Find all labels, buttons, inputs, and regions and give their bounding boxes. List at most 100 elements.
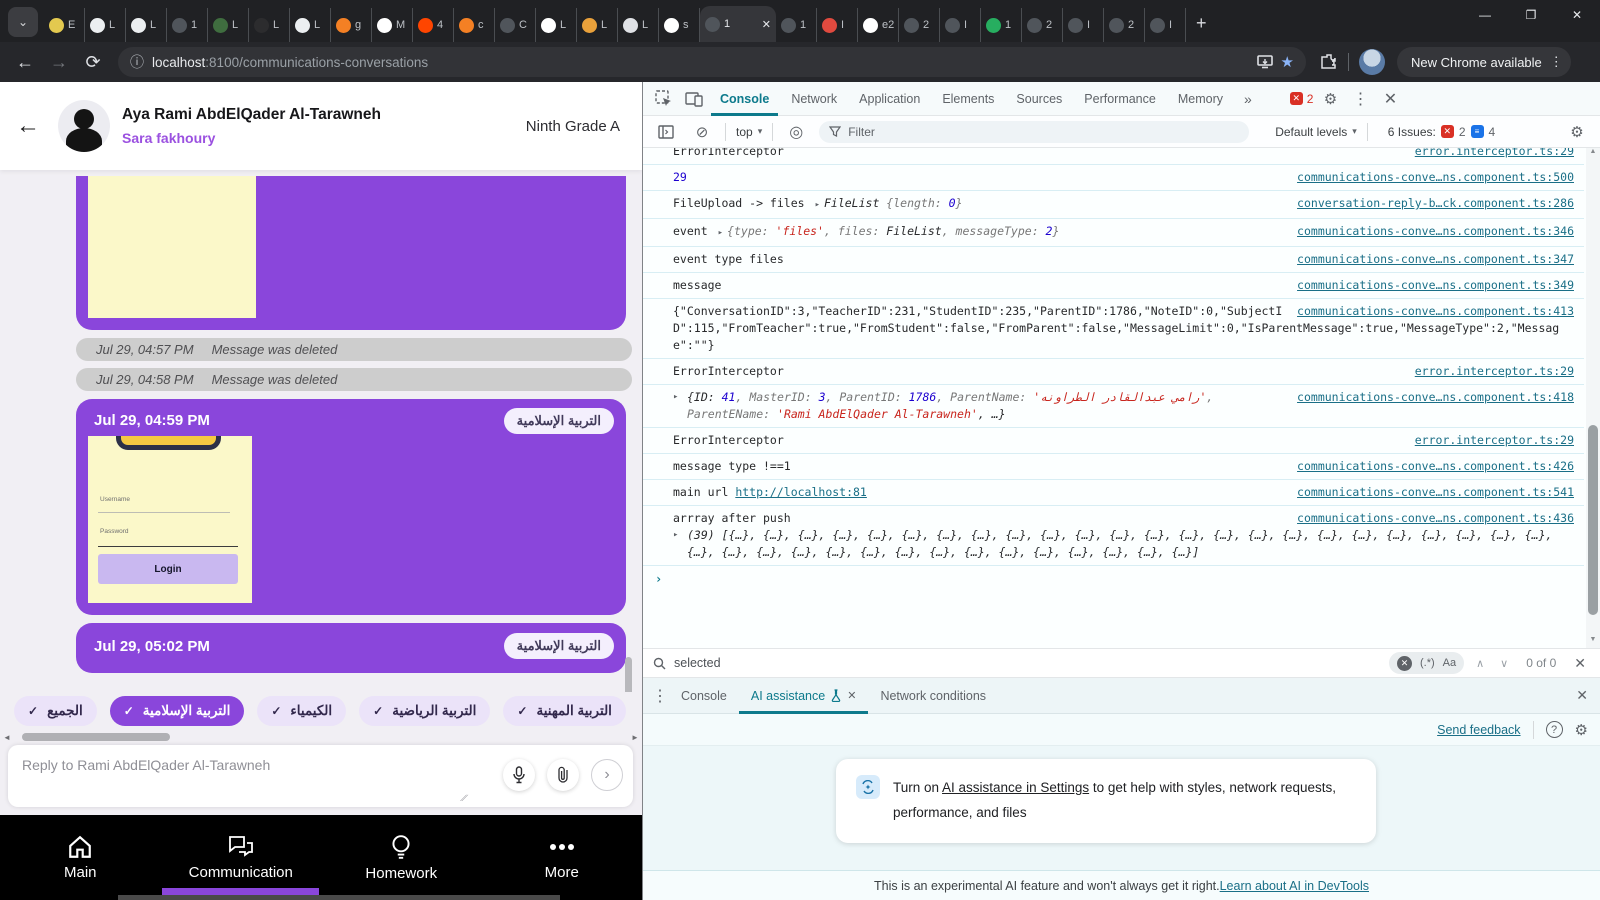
search-input[interactable]: selected bbox=[674, 656, 1381, 670]
devtools-tab-sources[interactable]: Sources bbox=[1007, 82, 1071, 116]
drawer-tab-ai-assistance[interactable]: AI assistance ✕ bbox=[739, 678, 869, 714]
source-link[interactable]: conversation-reply-b…ck.component.ts:286 bbox=[1297, 195, 1574, 212]
console-filter-input[interactable]: Filter bbox=[819, 121, 1249, 143]
tab-close-icon[interactable]: ✕ bbox=[762, 18, 771, 31]
scrollbar-thumb[interactable] bbox=[22, 733, 170, 741]
send-button[interactable]: › bbox=[591, 759, 623, 791]
devtools-tab-memory[interactable]: Memory bbox=[1169, 82, 1232, 116]
browser-tab[interactable]: e2 bbox=[858, 8, 899, 42]
chip-physical-education[interactable]: ✓التربية الرياضية bbox=[359, 696, 490, 726]
browser-tab[interactable]: 1 bbox=[776, 8, 817, 42]
browser-tab[interactable]: M bbox=[372, 8, 413, 42]
message-bubble[interactable]: Jul 29, 05:02 PM التربية الإسلامية bbox=[76, 623, 626, 673]
issues-counter[interactable]: 6 Issues: ✕ 2 ≡ 4 bbox=[1388, 125, 1495, 139]
close-tab-icon[interactable]: ✕ bbox=[847, 689, 856, 702]
console-error-badge[interactable]: ✕ 2 bbox=[1290, 92, 1314, 106]
drawer-tab-network-conditions[interactable]: Network conditions bbox=[868, 678, 998, 714]
browser-tab[interactable]: 4 bbox=[413, 8, 454, 42]
source-link[interactable]: communications-conve…ns.component.ts:436 bbox=[1297, 510, 1574, 527]
forward-button[interactable]: → bbox=[42, 52, 76, 73]
source-link[interactable]: communications-conve…ns.component.ts:349 bbox=[1297, 277, 1574, 294]
message-bubble[interactable]: Jul 29, 04:59 PM التربية الإسلامية Usern… bbox=[76, 399, 626, 615]
devtools-tab-application[interactable]: Application bbox=[850, 82, 929, 116]
browser-tab[interactable]: L bbox=[126, 8, 167, 42]
search-next-icon[interactable]: ∨ bbox=[1496, 657, 1512, 670]
reply-box[interactable]: Reply to Rami AbdElQader Al-Tarawneh › ∕… bbox=[8, 745, 633, 807]
expander-icon[interactable]: ▸ bbox=[673, 527, 678, 544]
install-app-icon[interactable] bbox=[1257, 55, 1273, 69]
attach-button[interactable] bbox=[547, 759, 579, 791]
ai-settings-icon[interactable]: ⚙ bbox=[1575, 721, 1588, 739]
browser-tab-active[interactable]: 1✕ bbox=[700, 6, 776, 42]
logged-url-link[interactable]: http://localhost:81 bbox=[735, 485, 867, 499]
array-preview[interactable]: ▸(39) [{…}, {…}, {…}, {…}, {…}, {…}, {…}… bbox=[673, 527, 1574, 561]
browser-tab[interactable]: 2 bbox=[899, 8, 940, 42]
console-log[interactable]: error.interceptor.ts:29 ErrorInterceptor… bbox=[643, 148, 1600, 648]
ai-settings-link[interactable]: AI assistance in Settings bbox=[942, 780, 1089, 795]
browser-tab[interactable]: 1 bbox=[981, 8, 1022, 42]
source-link[interactable]: error.interceptor.ts:29 bbox=[1415, 432, 1574, 449]
message-list[interactable]: Jul 29, 04:57 PM Message was deleted Jul… bbox=[0, 170, 642, 692]
browser-tab[interactable]: L bbox=[85, 8, 126, 42]
chip-islamic-education[interactable]: ✓التربية الإسلامية bbox=[110, 696, 245, 726]
source-link[interactable]: error.interceptor.ts:29 bbox=[1415, 363, 1574, 380]
close-drawer-icon[interactable]: ✕ bbox=[1572, 687, 1592, 704]
devtools-menu-icon[interactable]: ⋮ bbox=[1347, 86, 1373, 112]
bookmark-star-icon[interactable]: ★ bbox=[1281, 53, 1294, 71]
scroll-left-icon[interactable]: ◄ bbox=[0, 733, 14, 742]
log-levels-dropdown[interactable]: Default levels▾ bbox=[1275, 125, 1357, 139]
chips-scrollbar[interactable]: ◄ ► bbox=[0, 732, 642, 742]
live-expression-icon[interactable]: ◎ bbox=[783, 119, 809, 145]
browser-tab[interactable]: E bbox=[44, 8, 85, 42]
browser-tab[interactable]: L bbox=[577, 8, 618, 42]
chip-all[interactable]: ✓الجميع bbox=[14, 696, 97, 726]
source-link[interactable]: error.interceptor.ts:29 bbox=[1415, 148, 1574, 160]
drawer-tab-console[interactable]: Console bbox=[669, 678, 739, 714]
browser-tab[interactable]: c bbox=[454, 8, 495, 42]
back-button[interactable]: ← bbox=[8, 52, 42, 73]
console-scrollbar[interactable]: ▲ ▼ bbox=[1586, 148, 1600, 648]
browser-tab[interactable]: 1 bbox=[167, 8, 208, 42]
source-link[interactable]: communications-conve…ns.component.ts:413 bbox=[1297, 303, 1574, 320]
device-toolbar-icon[interactable] bbox=[681, 86, 707, 112]
clear-console-icon[interactable]: ⊘ bbox=[689, 119, 715, 145]
drawer-menu-icon[interactable]: ⋮ bbox=[651, 683, 669, 709]
devtools-close-icon[interactable]: ✕ bbox=[1377, 86, 1403, 112]
address-bar[interactable]: ⓘ localhost:8100/communications-conversa… bbox=[118, 47, 1306, 77]
browser-tab[interactable]: L bbox=[249, 8, 290, 42]
mic-button[interactable] bbox=[503, 759, 535, 791]
url-text[interactable]: localhost:8100/communications-conversati… bbox=[152, 55, 1249, 70]
reload-button[interactable]: ⟳ bbox=[76, 52, 110, 73]
app-back-icon[interactable]: ← bbox=[16, 112, 40, 140]
attachment-image[interactable] bbox=[88, 176, 256, 318]
browser-tab[interactable]: L bbox=[290, 8, 331, 42]
new-tab-button[interactable]: + bbox=[1196, 13, 1207, 34]
expander-icon[interactable]: ▸ bbox=[815, 200, 820, 210]
nav-homework[interactable]: Homework bbox=[321, 815, 482, 900]
regex-toggle[interactable]: (.*) bbox=[1420, 657, 1435, 669]
browser-tab[interactable]: I bbox=[817, 8, 858, 42]
scroll-right-icon[interactable]: ► bbox=[628, 733, 642, 742]
expander-icon[interactable]: ▸ bbox=[673, 389, 678, 406]
browser-tab[interactable]: L bbox=[208, 8, 249, 42]
message-bubble[interactable] bbox=[76, 176, 626, 330]
help-icon[interactable]: ? bbox=[1546, 721, 1563, 738]
update-chrome-button[interactable]: New Chrome available ⋮ bbox=[1397, 47, 1571, 77]
console-sidebar-icon[interactable] bbox=[653, 119, 679, 145]
scroll-up-icon[interactable]: ▲ bbox=[1590, 148, 1597, 160]
chat-scrollbar[interactable] bbox=[625, 657, 632, 692]
browser-tab[interactable]: 2 bbox=[1104, 8, 1145, 42]
expander-icon[interactable]: ▸ bbox=[718, 228, 723, 238]
chip-vocational-education[interactable]: ✓التربية المهنية bbox=[503, 696, 626, 726]
browser-tab[interactable]: s bbox=[659, 8, 700, 42]
browser-tab[interactable]: g bbox=[331, 8, 372, 42]
attachment-image-login[interactable]: Username Password Login bbox=[88, 436, 252, 603]
browser-tab[interactable]: I bbox=[1145, 8, 1186, 42]
browser-tab[interactable]: L bbox=[618, 8, 659, 42]
devtools-tab-performance[interactable]: Performance bbox=[1075, 82, 1165, 116]
search-prev-icon[interactable]: ∧ bbox=[1472, 657, 1488, 670]
devtools-settings-icon[interactable]: ⚙ bbox=[1317, 86, 1343, 112]
send-feedback-link[interactable]: Send feedback bbox=[1437, 723, 1520, 737]
source-link[interactable]: communications-conve…ns.component.ts:347 bbox=[1297, 251, 1574, 268]
nav-main[interactable]: Main bbox=[0, 815, 161, 900]
